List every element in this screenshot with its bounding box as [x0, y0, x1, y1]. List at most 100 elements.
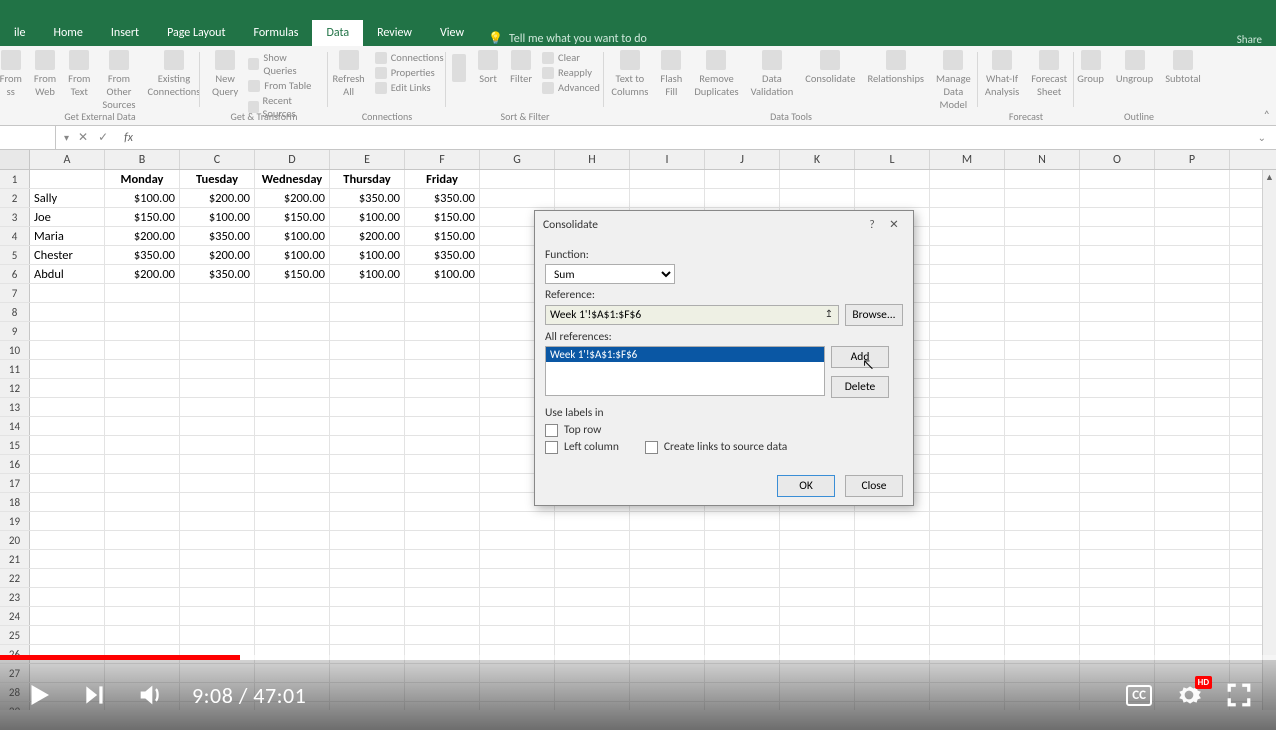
- browse-button[interactable]: Browse...: [845, 304, 903, 326]
- row-header[interactable]: 4: [0, 227, 30, 245]
- cell[interactable]: [1080, 455, 1155, 473]
- row-header[interactable]: 15: [0, 436, 30, 454]
- cell[interactable]: [405, 455, 480, 473]
- cell[interactable]: [1005, 474, 1080, 492]
- cell[interactable]: [1005, 379, 1080, 397]
- cell[interactable]: [30, 341, 105, 359]
- from-other-sources-button[interactable]: From Other Sources: [96, 48, 141, 113]
- cell[interactable]: [555, 170, 630, 188]
- cell[interactable]: [105, 569, 180, 587]
- cell[interactable]: [780, 550, 855, 568]
- cell[interactable]: [930, 322, 1005, 340]
- flash-fill-button[interactable]: Flash Fill: [654, 48, 688, 113]
- cell[interactable]: [855, 626, 930, 644]
- cell[interactable]: [930, 550, 1005, 568]
- cell[interactable]: [1155, 322, 1230, 340]
- row-header[interactable]: 18: [0, 493, 30, 511]
- cell[interactable]: [480, 531, 555, 549]
- cell[interactable]: [930, 588, 1005, 606]
- cell[interactable]: [405, 588, 480, 606]
- cell[interactable]: $100.00: [105, 189, 180, 207]
- group-button[interactable]: Group: [1071, 48, 1110, 87]
- cell[interactable]: [630, 170, 705, 188]
- row-header[interactable]: 14: [0, 417, 30, 435]
- cell[interactable]: [1080, 246, 1155, 264]
- row-header[interactable]: 10: [0, 341, 30, 359]
- cell[interactable]: [555, 550, 630, 568]
- cell[interactable]: $100.00: [180, 208, 255, 226]
- cell[interactable]: [1080, 417, 1155, 435]
- captions-button[interactable]: CC: [1126, 685, 1152, 706]
- cell[interactable]: [180, 569, 255, 587]
- ungroup-button[interactable]: Ungroup: [1110, 48, 1159, 87]
- row-header[interactable]: 5: [0, 246, 30, 264]
- row-header[interactable]: 21: [0, 550, 30, 568]
- cell[interactable]: [855, 189, 930, 207]
- cell[interactable]: [930, 512, 1005, 530]
- cell[interactable]: [30, 303, 105, 321]
- tab-data[interactable]: Data: [312, 20, 363, 46]
- cell[interactable]: [255, 455, 330, 473]
- cell[interactable]: [1005, 303, 1080, 321]
- cell[interactable]: $100.00: [330, 265, 405, 283]
- cell[interactable]: [1005, 360, 1080, 378]
- tab-home[interactable]: Home: [39, 20, 96, 46]
- cell[interactable]: [630, 531, 705, 549]
- cell[interactable]: [630, 512, 705, 530]
- cell[interactable]: [1155, 208, 1230, 226]
- cell[interactable]: [30, 455, 105, 473]
- cell[interactable]: [555, 531, 630, 549]
- reapply-filter-button[interactable]: Reapply: [538, 65, 604, 80]
- cell[interactable]: [780, 569, 855, 587]
- cell[interactable]: [930, 379, 1005, 397]
- cell[interactable]: [480, 189, 555, 207]
- cell[interactable]: [1080, 512, 1155, 530]
- row-header[interactable]: 24: [0, 607, 30, 625]
- cell[interactable]: Friday: [405, 170, 480, 188]
- cell[interactable]: [255, 569, 330, 587]
- volume-button[interactable]: [136, 681, 164, 709]
- cell[interactable]: [105, 436, 180, 454]
- cell[interactable]: [255, 512, 330, 530]
- cell[interactable]: [480, 550, 555, 568]
- cell[interactable]: [780, 512, 855, 530]
- cell[interactable]: [780, 588, 855, 606]
- cell[interactable]: $100.00: [255, 227, 330, 245]
- cell[interactable]: [1080, 265, 1155, 283]
- cell[interactable]: $150.00: [105, 208, 180, 226]
- cell[interactable]: [1155, 474, 1230, 492]
- tell-me-search[interactable]: 💡 Tell me what you want to do: [478, 31, 647, 46]
- cell[interactable]: [1005, 436, 1080, 454]
- cell[interactable]: [255, 284, 330, 302]
- cell[interactable]: [405, 417, 480, 435]
- cell[interactable]: [930, 360, 1005, 378]
- cell[interactable]: [180, 303, 255, 321]
- cell[interactable]: [405, 436, 480, 454]
- cell[interactable]: [555, 512, 630, 530]
- tab-review[interactable]: Review: [363, 20, 426, 46]
- cell[interactable]: [105, 417, 180, 435]
- cell[interactable]: [405, 284, 480, 302]
- cell[interactable]: [30, 417, 105, 435]
- insert-function-button[interactable]: fx: [118, 131, 133, 145]
- cell[interactable]: [330, 303, 405, 321]
- cell[interactable]: [480, 512, 555, 530]
- cell[interactable]: Maria: [30, 227, 105, 245]
- cell[interactable]: [1080, 189, 1155, 207]
- cell[interactable]: [930, 531, 1005, 549]
- cell[interactable]: [30, 512, 105, 530]
- cell[interactable]: [255, 626, 330, 644]
- cell[interactable]: [405, 569, 480, 587]
- cell[interactable]: [1155, 436, 1230, 454]
- cell[interactable]: [630, 550, 705, 568]
- manage-data-model-button[interactable]: Manage Data Model: [930, 48, 977, 113]
- range-picker-icon[interactable]: ↥: [821, 307, 837, 323]
- from-table-button[interactable]: From Table: [244, 78, 322, 93]
- close-button[interactable]: Close: [845, 475, 903, 497]
- enter-formula-icon[interactable]: ✓: [98, 130, 108, 145]
- cell[interactable]: [705, 189, 780, 207]
- cell[interactable]: [1005, 208, 1080, 226]
- cell[interactable]: [1155, 417, 1230, 435]
- cell[interactable]: Monday: [105, 170, 180, 188]
- cell[interactable]: [780, 189, 855, 207]
